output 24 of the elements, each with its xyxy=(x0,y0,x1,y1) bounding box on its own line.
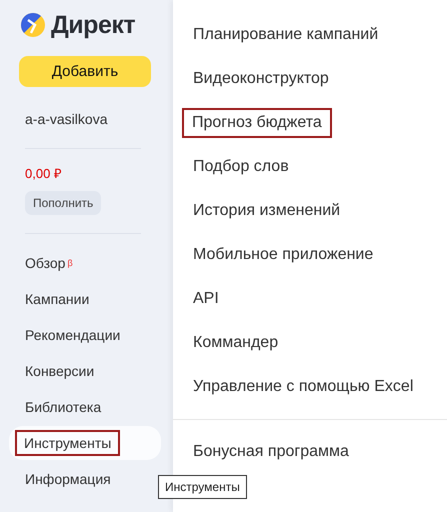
nav-item[interactable]: Рекомендации xyxy=(9,318,161,352)
nav-item[interactable]: Конверсии xyxy=(9,354,161,388)
menu-item[interactable]: Планирование кампаний xyxy=(173,13,447,57)
menu-item[interactable]: Управление с помощью Excel xyxy=(173,365,447,409)
menu-item[interactable]: Бонусная программа xyxy=(173,430,447,474)
menu-item[interactable]: API xyxy=(173,277,447,321)
logo-text: Директ xyxy=(51,10,136,40)
menu-item[interactable]: Видеоконструктор xyxy=(173,57,447,101)
nav-item[interactable]: Кампании xyxy=(9,282,161,316)
nav-item[interactable]: Информация xyxy=(9,462,161,496)
menu-item[interactable]: Коммандер xyxy=(173,321,447,365)
top-up-button[interactable]: Пополнить xyxy=(25,191,102,215)
menu-item[interactable]: Мобильное приложение xyxy=(173,233,447,277)
tooltip: Инструменты xyxy=(158,475,247,499)
menu-item[interactable]: История изменений xyxy=(173,189,447,233)
account-name[interactable]: a-a-vasilkova xyxy=(25,111,173,127)
balance: 0,00 ₽ xyxy=(25,165,63,182)
logo-icon xyxy=(21,13,45,37)
menu-item[interactable]: Подбор слов xyxy=(173,145,447,189)
menu-item[interactable]: Прогноз бюджета xyxy=(173,101,447,145)
add-button[interactable]: Добавить xyxy=(19,56,151,87)
nav-item[interactable]: Инструменты xyxy=(9,426,161,460)
nav-item[interactable]: Обзор$^{β}$ xyxy=(9,246,161,280)
nav-item[interactable]: Библиотека xyxy=(9,390,161,424)
